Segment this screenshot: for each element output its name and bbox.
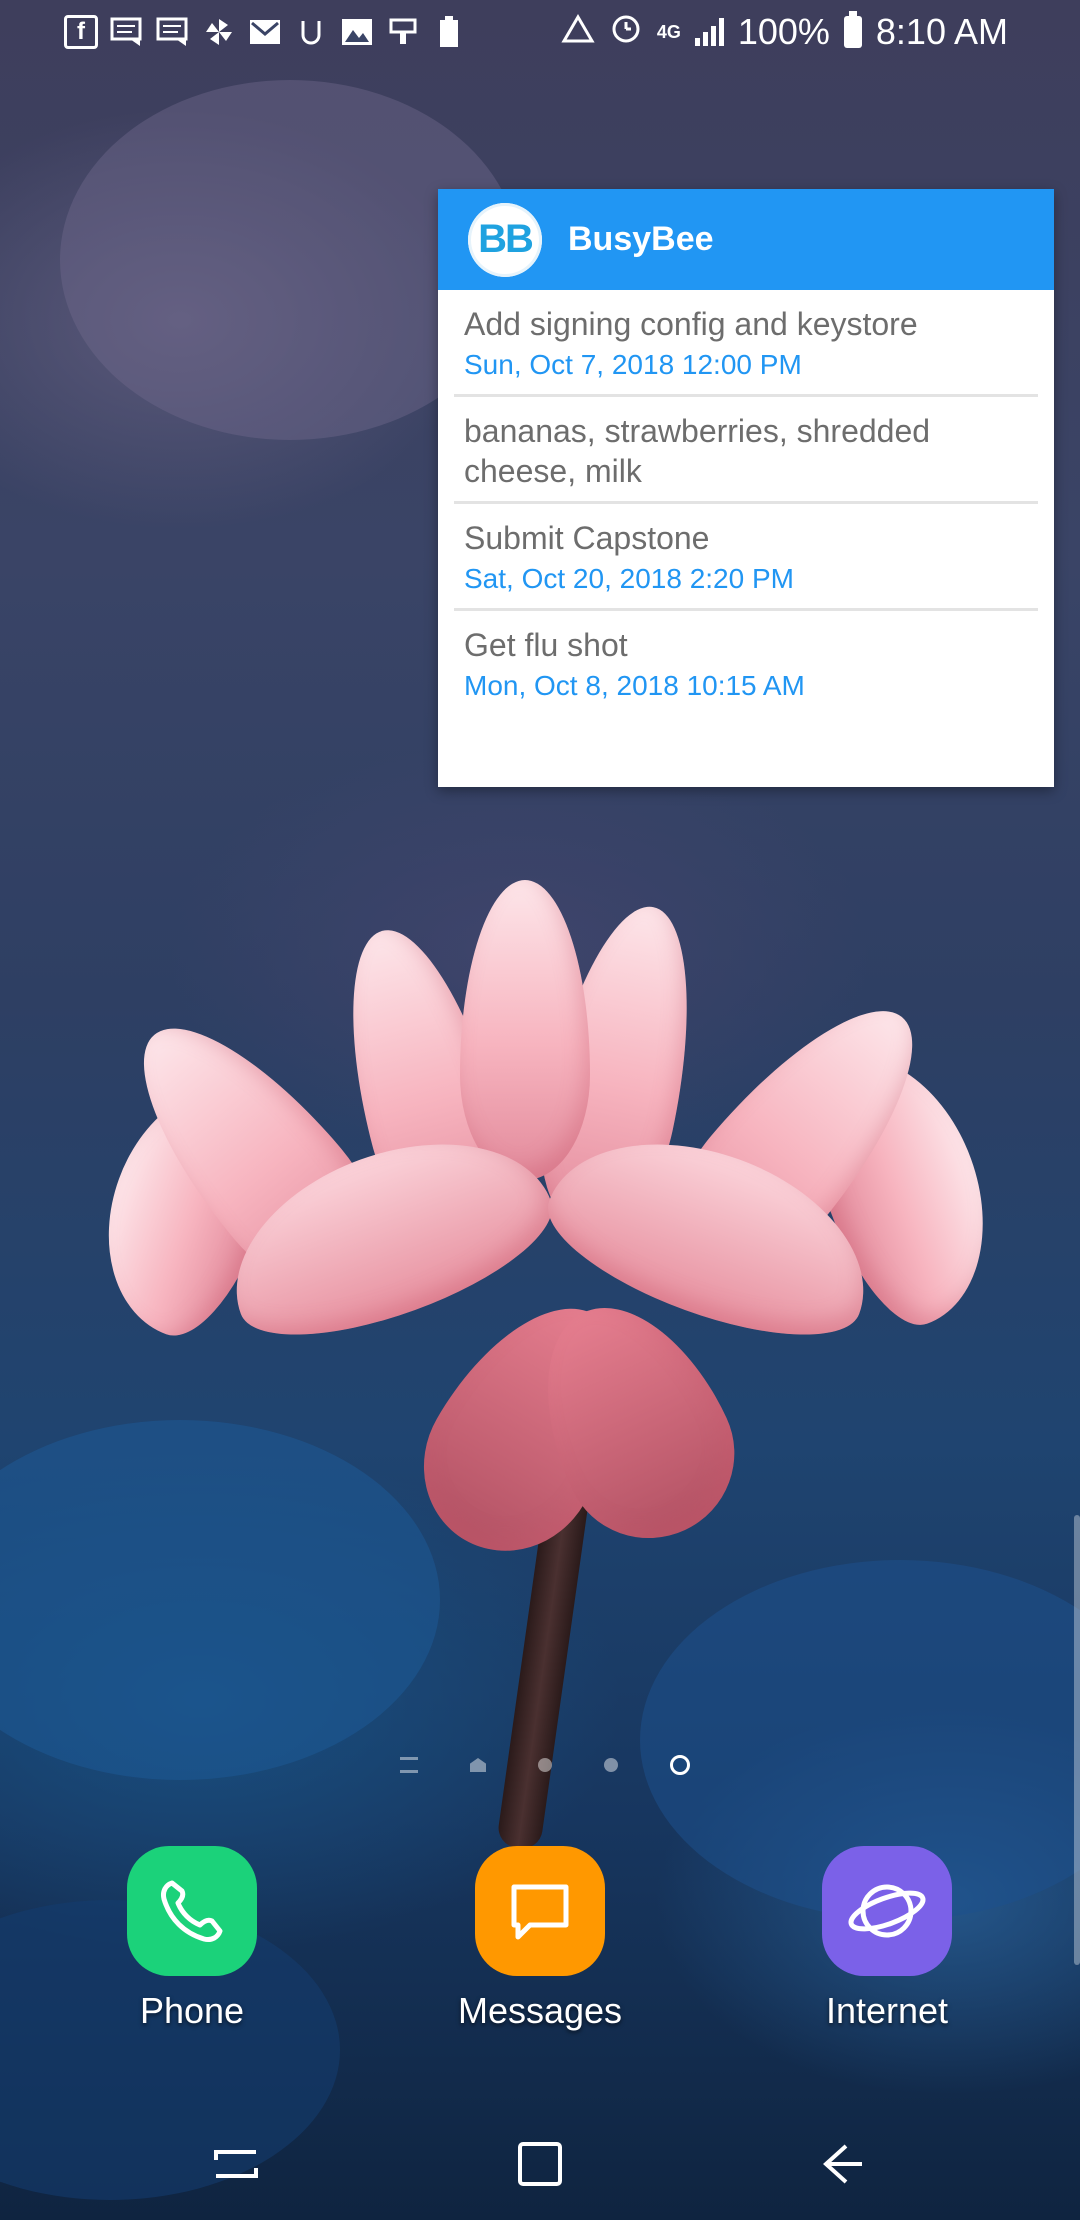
phone-icon[interactable] — [127, 1846, 257, 1976]
back-icon[interactable] — [812, 2134, 872, 2194]
alarm-icon — [609, 11, 643, 54]
page-indicator-menu-icon[interactable] — [400, 1757, 418, 1773]
task-date: Sun, Oct 7, 2018 12:00 PM — [464, 349, 802, 380]
task-item[interactable]: Add signing config and keystore Sun, Oct… — [454, 290, 1038, 397]
task-title: Get flu shot — [464, 627, 628, 663]
lily-pad — [0, 1420, 440, 1780]
flower-petal — [460, 880, 590, 1180]
edge-panel-handle[interactable] — [1074, 1515, 1080, 1965]
task-item[interactable]: bananas, strawberries, shredded cheese, … — [454, 397, 1038, 504]
pinwheel-icon — [202, 15, 236, 49]
system-status: 4G 100% 8:10 AM — [561, 10, 1008, 54]
widget-header[interactable]: BB BusyBee — [438, 189, 1054, 290]
task-date: Sat, Oct 20, 2018 2:20 PM — [464, 563, 794, 594]
app-label: Internet — [825, 1990, 949, 2031]
battery-100-icon — [432, 15, 466, 49]
app-messages[interactable]: Messages — [440, 1846, 640, 2032]
widget-title: BusyBee — [568, 220, 714, 258]
app-internet[interactable]: Internet — [787, 1846, 987, 2032]
task-title: bananas, strawberries, shredded cheese, … — [464, 413, 931, 489]
page-indicator-dot[interactable] — [538, 1758, 552, 1772]
gallery-icon — [340, 15, 374, 49]
status-bar: f 4G 100% 8:10 AM — [0, 0, 1080, 64]
sync-icon — [561, 11, 595, 53]
app-phone[interactable]: Phone — [92, 1846, 292, 2032]
battery-percent: 100% — [737, 11, 830, 52]
page-indicator-dot[interactable] — [604, 1758, 618, 1772]
page-indicator-active-dot[interactable] — [670, 1755, 690, 1775]
messages-icon — [156, 15, 190, 49]
page-indicator-home-icon[interactable] — [470, 1758, 486, 1772]
busybee-widget[interactable]: BB BusyBee Add signing config and keysto… — [438, 189, 1054, 787]
gmail-icon — [248, 15, 282, 49]
clipboard-icon — [386, 15, 420, 49]
internet-icon[interactable] — [822, 1846, 952, 1976]
home-icon[interactable] — [510, 2134, 570, 2194]
lte-icon: 4G — [656, 22, 681, 42]
app-label: Phone — [139, 1990, 245, 2031]
task-item[interactable]: Submit Capstone Sat, Oct 20, 2018 2:20 P… — [454, 504, 1038, 611]
signal-icon — [694, 18, 724, 46]
facebook-icon: f — [64, 15, 98, 49]
task-list: Add signing config and keystore Sun, Oct… — [438, 290, 1054, 715]
busybee-logo-icon: BB — [468, 202, 542, 277]
task-item[interactable]: Get flu shot Mon, Oct 8, 2018 10:15 AM — [454, 611, 1038, 715]
clock: 8:10 AM — [875, 11, 1008, 52]
notification-icons: f — [64, 12, 466, 52]
recents-icon[interactable] — [206, 2134, 266, 2194]
messages-icon — [110, 15, 144, 49]
navigation-bar — [0, 2096, 1080, 2220]
task-date: Mon, Oct 8, 2018 10:15 AM — [464, 670, 805, 701]
battery-icon — [843, 11, 862, 48]
task-title: Submit Capstone — [464, 520, 710, 556]
messages-icon[interactable] — [475, 1846, 605, 1976]
udacity-icon — [294, 15, 328, 49]
app-label: Messages — [457, 1990, 623, 2031]
page-indicators[interactable] — [400, 1750, 690, 1780]
task-title: Add signing config and keystore — [464, 306, 918, 342]
